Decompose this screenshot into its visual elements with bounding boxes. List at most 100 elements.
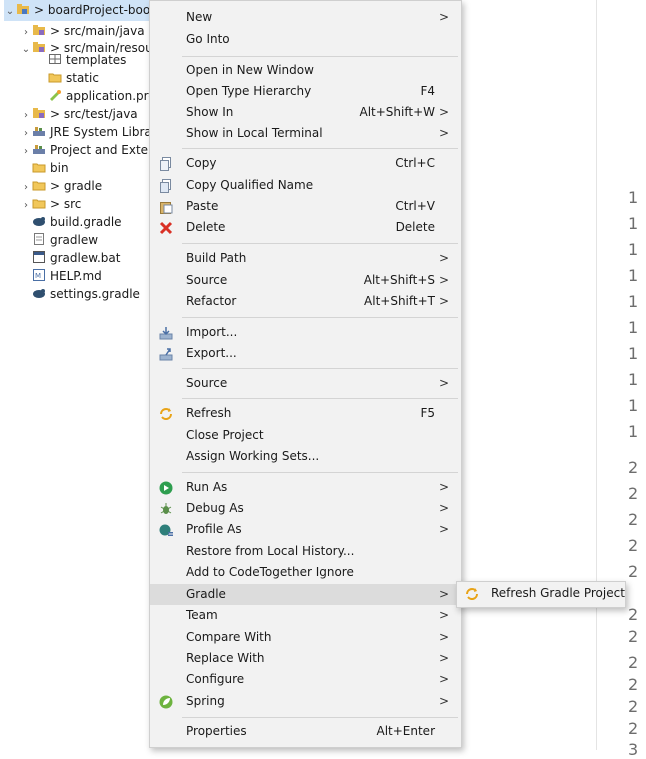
menu-item-profile-as[interactable]: Profile As > bbox=[150, 519, 461, 540]
shortcut-label: Ctrl+V bbox=[395, 199, 435, 213]
shortcut-label: Alt+Enter bbox=[376, 724, 435, 738]
menu-item-label: Assign Working Sets... bbox=[186, 449, 320, 463]
tree-item-label: > boardProject-boot bbox=[34, 3, 155, 17]
menu-item-spring[interactable]: Spring > bbox=[150, 691, 461, 712]
menu-item-open-new-window[interactable]: Open in New Window bbox=[150, 60, 461, 81]
editor-gutter bbox=[596, 0, 646, 750]
menu-item-open-type-hierarchy[interactable]: Open Type Hierarchy F4 bbox=[150, 81, 461, 102]
menu-separator bbox=[182, 317, 458, 318]
menu-item-label: Profile As bbox=[186, 522, 242, 536]
menu-item-debug-as[interactable]: Debug As > bbox=[150, 498, 461, 519]
menu-item-close-project[interactable]: Close Project bbox=[150, 425, 461, 446]
menu-item-new[interactable]: New > bbox=[150, 7, 461, 28]
menu-item-label: Open in New Window bbox=[186, 63, 314, 77]
chevron-right-icon: > bbox=[438, 273, 449, 287]
gradle-file-icon bbox=[32, 285, 46, 298]
folder-icon bbox=[48, 69, 62, 83]
source-folder-icon bbox=[32, 39, 46, 52]
chevron-right-icon: > bbox=[438, 105, 449, 119]
menu-item-label: Replace With bbox=[186, 651, 265, 665]
menu-item-copy[interactable]: Copy Ctrl+C bbox=[150, 153, 461, 174]
menu-item-source[interactable]: Source Alt+Shift+S > bbox=[150, 270, 461, 291]
menu-item-restore-history[interactable]: Restore from Local History... bbox=[150, 541, 461, 562]
menu-item-show-in-terminal[interactable]: Show in Local Terminal > bbox=[150, 123, 461, 144]
menu-item-label: Add to CodeTogether Ignore bbox=[186, 565, 354, 579]
menu-item-paste[interactable]: Paste Ctrl+V bbox=[150, 196, 461, 217]
tree-item-label: gradlew.bat bbox=[50, 251, 121, 265]
menu-item-label: Import... bbox=[186, 325, 238, 339]
run-icon bbox=[159, 481, 173, 495]
menu-item-refresh[interactable]: Refresh F5 bbox=[150, 403, 461, 424]
submenu-item-refresh-gradle[interactable]: Refresh Gradle Project bbox=[491, 586, 625, 600]
menu-item-team[interactable]: Team > bbox=[150, 605, 461, 626]
menu-item-properties[interactable]: Properties Alt+Enter bbox=[150, 721, 461, 742]
menu-item-replace-with[interactable]: Replace With > bbox=[150, 648, 461, 669]
menu-item-label: Debug As bbox=[186, 501, 244, 515]
chevron-right-icon: > bbox=[438, 480, 449, 494]
line-number: 2 bbox=[628, 605, 639, 624]
menu-item-delete[interactable]: Delete Delete bbox=[150, 217, 461, 238]
menu-item-build-path[interactable]: Build Path > bbox=[150, 248, 461, 269]
folder-icon bbox=[32, 195, 46, 209]
menu-item-import[interactable]: Import... bbox=[150, 322, 461, 343]
menu-item-go-into[interactable]: Go Into bbox=[150, 29, 461, 50]
library-icon bbox=[32, 123, 46, 136]
profile-icon bbox=[159, 523, 173, 537]
tree-item-label: gradlew bbox=[50, 233, 99, 247]
menu-item-configure[interactable]: Configure > bbox=[150, 669, 461, 690]
menu-separator bbox=[182, 717, 458, 718]
menu-item-run-as[interactable]: Run As > bbox=[150, 477, 461, 498]
chevron-right-icon: > bbox=[438, 651, 449, 665]
properties-file-icon bbox=[48, 87, 62, 101]
shortcut-label: F4 bbox=[420, 84, 435, 98]
tree-item-label: build.gradle bbox=[50, 215, 122, 229]
menu-item-label: Export... bbox=[186, 346, 237, 360]
chevron-right-icon: > bbox=[438, 376, 449, 390]
menu-item-export[interactable]: Export... bbox=[150, 343, 461, 364]
chevron-right-icon: > bbox=[438, 630, 449, 644]
context-menu: New > Go Into Open in New Window Open Typ… bbox=[149, 0, 462, 748]
line-number: 1 bbox=[628, 344, 639, 363]
tree-item-label: HELP.md bbox=[50, 269, 102, 283]
tree-item-label: settings.gradle bbox=[50, 287, 140, 301]
chevron-right-icon[interactable]: › bbox=[20, 141, 32, 162]
menu-item-label: Run As bbox=[186, 480, 228, 494]
import-icon bbox=[159, 326, 173, 340]
menu-item-source-2[interactable]: Source > bbox=[150, 373, 461, 394]
menu-item-label: Open Type Hierarchy bbox=[186, 84, 312, 98]
menu-item-add-codetogether[interactable]: Add to CodeTogether Ignore bbox=[150, 562, 461, 583]
menu-item-gradle[interactable]: Gradle > bbox=[150, 584, 461, 605]
chevron-down-icon[interactable]: ⌄ bbox=[4, 1, 16, 22]
tree-item-label: > src bbox=[50, 197, 82, 211]
menu-separator bbox=[182, 148, 458, 149]
menu-item-assign-working-sets[interactable]: Assign Working Sets... bbox=[150, 446, 461, 467]
menu-item-label: Copy bbox=[186, 156, 217, 170]
spring-leaf-icon bbox=[159, 695, 173, 709]
tree-item-boardproject[interactable]: ⌄ > boardProject-boot bbox=[4, 0, 155, 22]
chevron-right-icon: > bbox=[438, 10, 449, 24]
bat-file-icon bbox=[32, 249, 46, 263]
chevron-right-icon[interactable]: › bbox=[20, 195, 32, 216]
menu-item-label: Build Path bbox=[186, 251, 247, 265]
file-icon bbox=[32, 231, 46, 245]
line-number: 1 bbox=[628, 214, 639, 233]
chevron-down-icon[interactable]: ⌄ bbox=[20, 39, 32, 60]
menu-item-label: Team bbox=[186, 608, 218, 622]
chevron-right-icon: > bbox=[438, 672, 449, 686]
line-number: 2 bbox=[628, 458, 639, 477]
gradle-submenu: Refresh Gradle Project bbox=[456, 581, 626, 608]
tree-item-label: > src/main/java bbox=[50, 24, 145, 38]
chevron-right-icon: > bbox=[438, 608, 449, 622]
tree-item-label: static bbox=[66, 71, 99, 85]
line-number: 2 bbox=[628, 510, 639, 529]
menu-item-copy-qualified[interactable]: Copy Qualified Name bbox=[150, 175, 461, 196]
menu-item-label: Refresh bbox=[186, 406, 232, 420]
tree-item-settings-gradle[interactable]: settings.gradle bbox=[32, 284, 140, 305]
line-number: 2 bbox=[628, 675, 639, 694]
paste-icon bbox=[159, 200, 173, 214]
menu-item-show-in[interactable]: Show In Alt+Shift+W > bbox=[150, 102, 461, 123]
menu-item-compare-with[interactable]: Compare With > bbox=[150, 627, 461, 648]
shortcut-label: Alt+Shift+W bbox=[359, 105, 436, 119]
menu-item-label: Refactor bbox=[186, 294, 237, 308]
menu-item-refactor[interactable]: Refactor Alt+Shift+T > bbox=[150, 291, 461, 312]
